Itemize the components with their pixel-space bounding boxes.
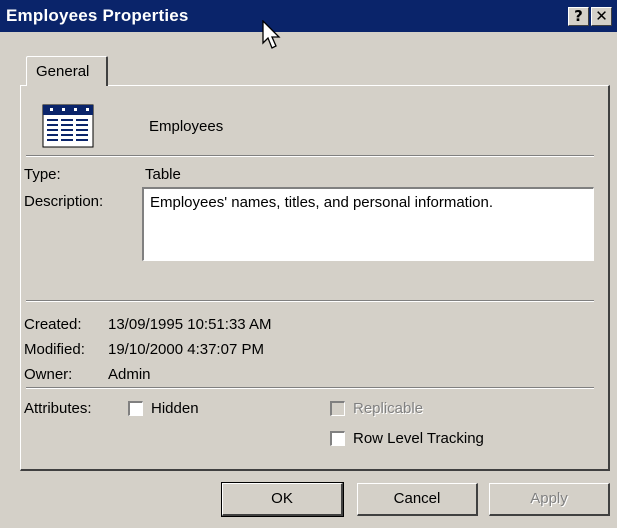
mouse-pointer-icon bbox=[262, 20, 281, 49]
type-value: Table bbox=[145, 166, 181, 183]
created-label: Created: bbox=[24, 316, 82, 333]
tab-general[interactable]: General bbox=[26, 56, 108, 86]
divider bbox=[26, 155, 594, 157]
title-bar[interactable]: Employees Properties ? ✕ bbox=[0, 0, 617, 32]
type-label: Type: bbox=[24, 166, 61, 183]
ok-button-label: OK bbox=[271, 490, 293, 507]
window-title: Employees Properties bbox=[6, 6, 189, 25]
modified-value: 19/10/2000 4:37:07 PM bbox=[108, 341, 264, 358]
object-name: Employees bbox=[149, 118, 224, 135]
table-icon bbox=[42, 104, 94, 148]
replicable-checkbox-label: Replicable bbox=[353, 400, 424, 417]
help-button[interactable]: ? bbox=[568, 7, 589, 26]
tab-general-label: General bbox=[36, 63, 90, 80]
description-label: Description: bbox=[24, 193, 104, 210]
description-field[interactable]: Employees' names, titles, and personal i… bbox=[142, 187, 594, 261]
cancel-button[interactable]: Cancel bbox=[357, 483, 478, 516]
row-level-tracking-checkbox-label[interactable]: Row Level Tracking bbox=[353, 430, 484, 447]
divider bbox=[26, 300, 594, 302]
attributes-label: Attributes: bbox=[24, 400, 92, 417]
apply-button: Apply bbox=[489, 483, 610, 516]
properties-dialog: Employees Properties ? ✕ General Employe… bbox=[0, 0, 617, 528]
ok-button[interactable]: OK bbox=[221, 482, 344, 517]
close-button[interactable]: ✕ bbox=[591, 7, 612, 26]
general-tab-panel bbox=[20, 85, 610, 471]
apply-button-label: Apply bbox=[530, 490, 568, 507]
cancel-button-label: Cancel bbox=[393, 490, 441, 507]
replicable-checkbox bbox=[330, 401, 345, 416]
owner-label: Owner: bbox=[24, 366, 73, 383]
created-value: 13/09/1995 10:51:33 AM bbox=[108, 316, 272, 333]
owner-value: Admin bbox=[108, 366, 151, 383]
row-level-tracking-checkbox[interactable] bbox=[330, 431, 345, 446]
hidden-checkbox[interactable] bbox=[128, 401, 143, 416]
hidden-checkbox-label[interactable]: Hidden bbox=[151, 400, 199, 417]
modified-label: Modified: bbox=[24, 341, 85, 358]
divider bbox=[26, 387, 594, 389]
